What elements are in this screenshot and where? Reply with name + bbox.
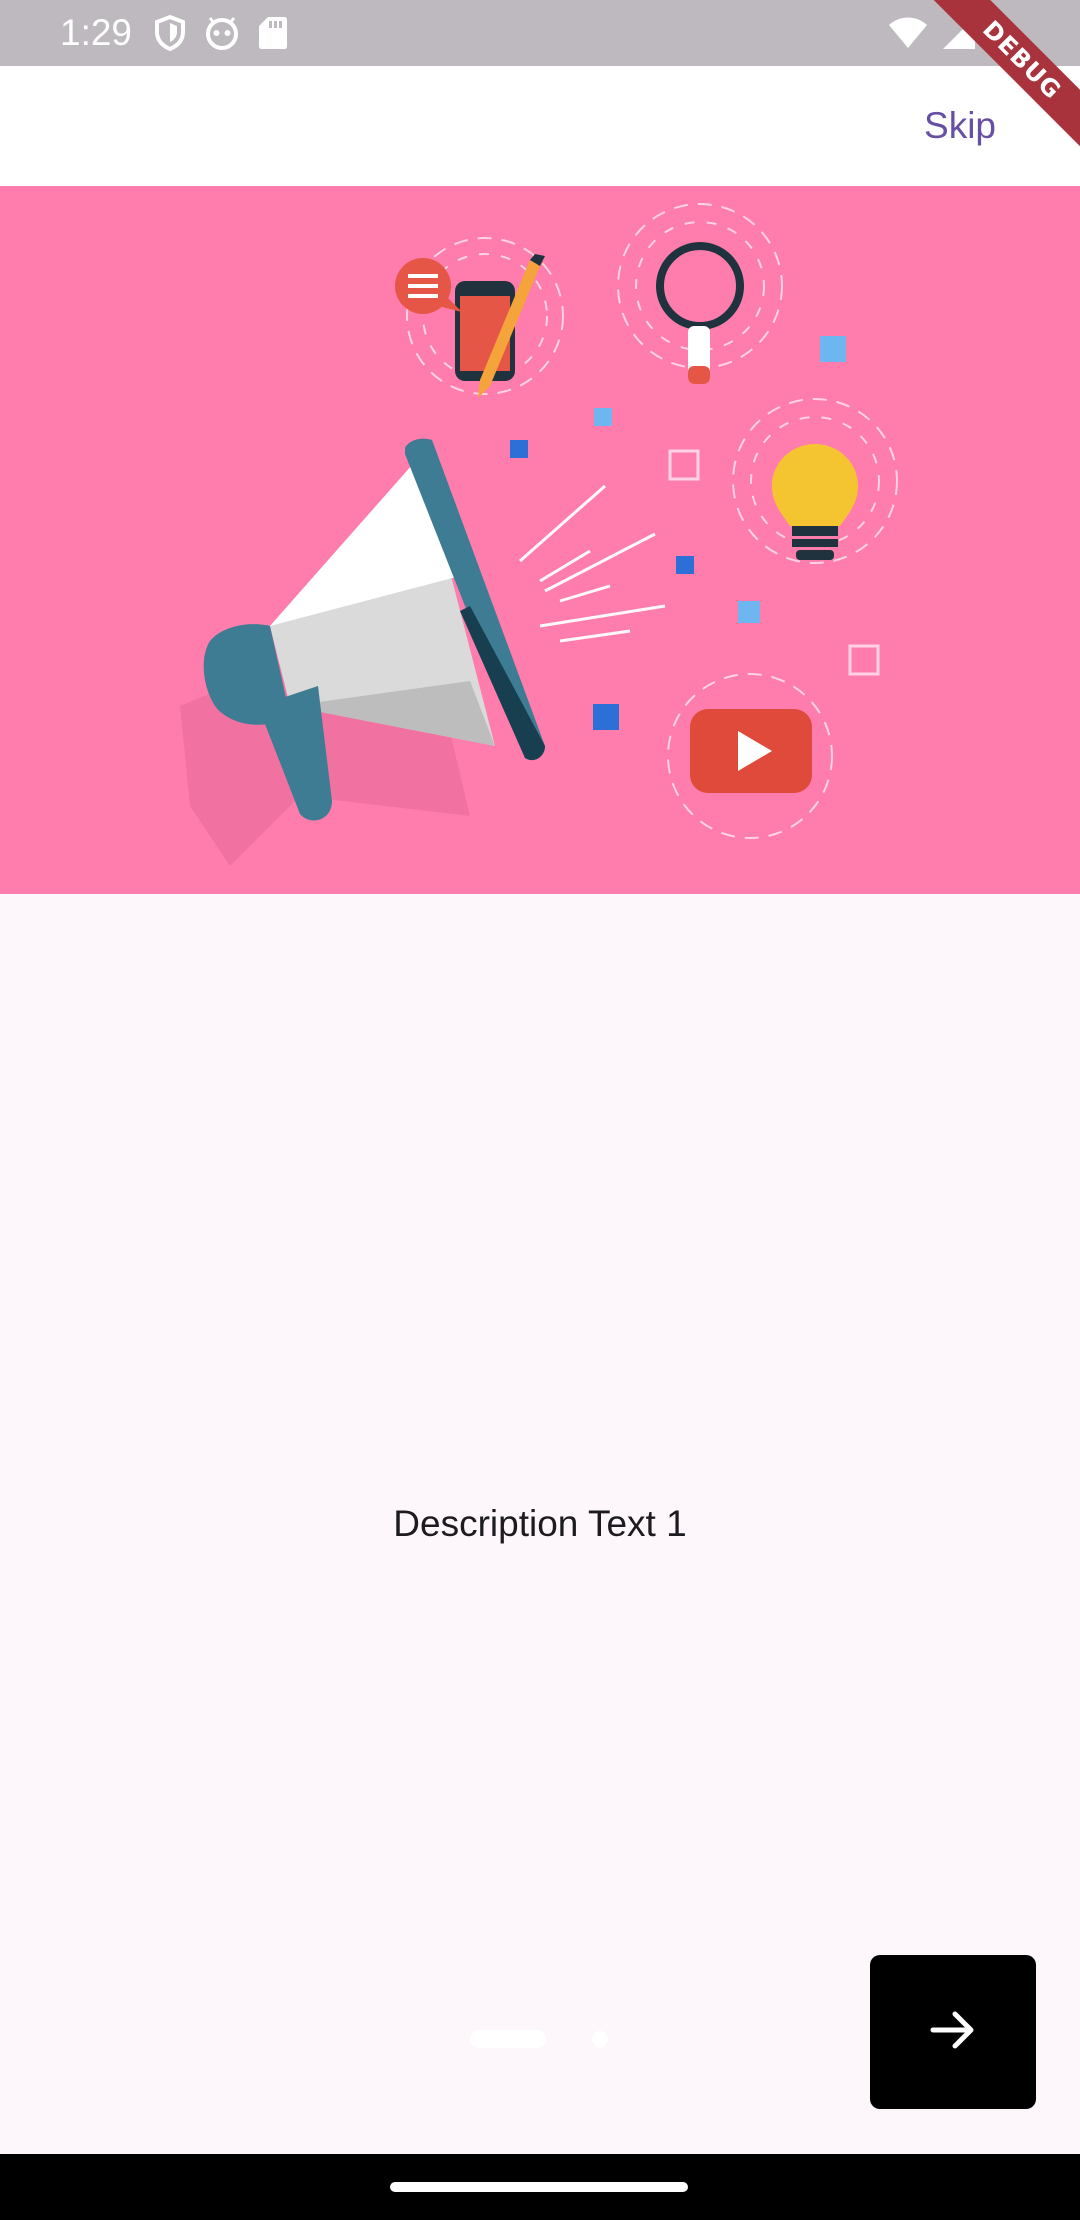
debug-banner: DEBUG	[920, 0, 1080, 160]
description-text: Description Text 1	[393, 1503, 687, 1544]
status-time: 1:29	[60, 12, 133, 53]
debug-banner-label: DEBUG	[920, 0, 1080, 160]
shield-icon	[154, 15, 186, 51]
confetti-square	[676, 556, 694, 574]
phone-pencil-icon	[395, 237, 564, 398]
android-face-icon	[204, 16, 240, 50]
arrow-right-icon	[925, 2002, 981, 2063]
navigation-bar	[0, 2154, 1080, 2220]
app-bar: Skip	[0, 66, 1080, 186]
confetti-square	[594, 408, 612, 426]
home-gesture-handle[interactable]	[390, 2182, 688, 2192]
page-indicator-dot[interactable]	[592, 2031, 608, 2047]
next-button[interactable]	[870, 1955, 1036, 2109]
status-icons-left	[154, 15, 288, 51]
video-play-icon	[667, 673, 833, 839]
confetti-square	[738, 601, 760, 623]
magnifier-icon	[617, 203, 783, 384]
confetti-square	[510, 440, 528, 458]
hero-illustration	[0, 186, 1080, 894]
light-bulb-icon	[732, 398, 898, 564]
status-bar: 1:29	[0, 0, 1080, 66]
sound-lines	[519, 484, 666, 643]
confetti-square	[668, 449, 700, 481]
page-indicator-dot-active[interactable]	[470, 2030, 546, 2048]
confetti-square	[593, 704, 619, 730]
confetti-square	[820, 336, 846, 362]
confetti-square	[848, 644, 880, 676]
sd-card-icon	[258, 15, 288, 51]
